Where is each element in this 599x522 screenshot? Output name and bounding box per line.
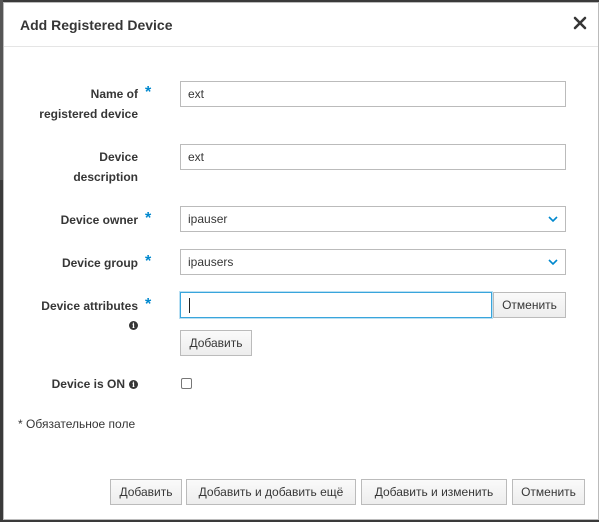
- dialog-header: Add Registered Device: [4, 3, 598, 47]
- add-button[interactable]: Добавить: [110, 479, 182, 505]
- required-marker: *: [145, 84, 152, 101]
- name-label: Name of: [90, 87, 138, 101]
- attributes-add-button[interactable]: Добавить: [180, 330, 252, 356]
- is-on-checkbox[interactable]: [181, 378, 192, 389]
- info-icon[interactable]: i: [129, 380, 138, 389]
- attributes-input[interactable]: [180, 292, 492, 318]
- dialog-title: Add Registered Device: [20, 17, 173, 33]
- required-marker: *: [145, 296, 152, 313]
- group-label: Device group: [61, 256, 138, 270]
- chevron-down-icon: [548, 216, 558, 223]
- cancel-button[interactable]: Отменить: [512, 479, 585, 505]
- attributes-label: Device attributes: [41, 299, 138, 313]
- description-label: Device: [99, 150, 138, 164]
- description-label-line2: description: [73, 170, 138, 184]
- owner-label: Device owner: [60, 213, 138, 227]
- owner-select[interactable]: ipauser: [180, 206, 566, 232]
- required-marker: *: [145, 210, 152, 227]
- description-input[interactable]: ext: [180, 144, 566, 170]
- required-field-note: * Обязательное поле: [18, 417, 136, 431]
- chevron-down-icon: [548, 259, 558, 266]
- info-icon[interactable]: i: [129, 321, 138, 330]
- add-and-edit-button[interactable]: Добавить и изменить: [361, 479, 507, 505]
- name-input[interactable]: ext: [180, 81, 566, 107]
- close-icon[interactable]: [572, 15, 588, 31]
- required-marker: *: [145, 253, 152, 270]
- attributes-cancel-button[interactable]: Отменить: [493, 292, 566, 318]
- is-on-label: Device is ON: [51, 377, 125, 391]
- add-registered-device-dialog: Add Registered Device Name of registered…: [3, 2, 599, 520]
- name-label-line2: registered device: [39, 107, 138, 121]
- group-select[interactable]: ipausers: [180, 249, 566, 275]
- add-and-add-another-button[interactable]: Добавить и добавить ещё: [186, 479, 356, 505]
- text-caret: [189, 298, 190, 313]
